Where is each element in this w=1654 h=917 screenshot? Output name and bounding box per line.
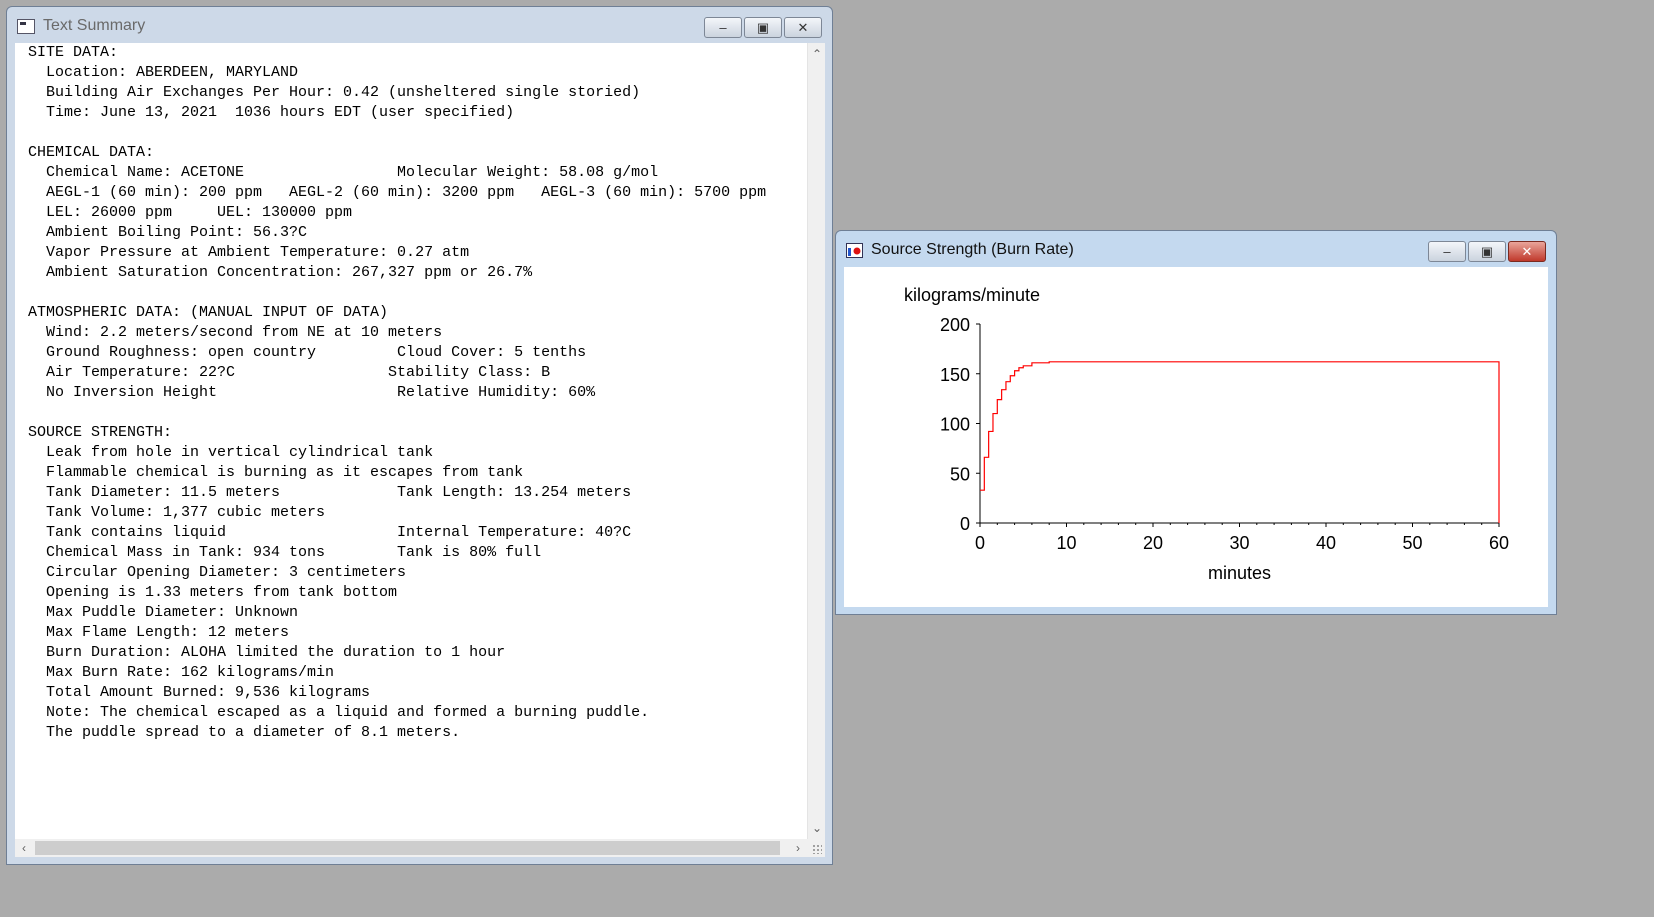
close-icon: ✕ [1521, 243, 1533, 259]
x-tick-label: 20 [1143, 533, 1163, 553]
text-summary-titlebar[interactable]: Text Summary ‒ ▣ ✕ [7, 7, 832, 45]
close-button[interactable]: ✕ [784, 17, 822, 38]
scroll-left-icon[interactable]: ‹ [15, 839, 33, 857]
chart-window-title: Source Strength (Burn Rate) [871, 241, 1074, 258]
window-title: Text Summary [43, 17, 146, 34]
summary-line: Location: ABERDEEN, MARYLAND [28, 64, 299, 81]
summary-line: SITE DATA: [28, 44, 119, 61]
summary-line: Building Air Exchanges Per Hour: 0.42 (u… [28, 84, 641, 101]
summary-line: Ground Roughness: open country Cloud Cov… [28, 344, 587, 361]
summary-line: Circular Opening Diameter: 3 centimeters [28, 564, 407, 581]
y-tick-label: 0 [960, 514, 970, 534]
x-tick-label: 60 [1489, 533, 1509, 553]
maximize-icon: ▣ [1480, 243, 1494, 259]
text-summary-window: Text Summary ‒ ▣ ✕ SITE DATA: Location: … [6, 6, 833, 865]
minimize-icon: ‒ [719, 20, 727, 35]
x-tick-label: 10 [1056, 533, 1076, 553]
summary-line: Note: The chemical escaped as a liquid a… [28, 704, 650, 721]
chart-minimize-button[interactable]: ‒ [1428, 241, 1466, 262]
summary-line: Total Amount Burned: 9,536 kilograms [28, 684, 371, 701]
chart-ticks: 0 50 100 150 200 0 10 20 30 40 50 60 [940, 315, 1509, 553]
chart-maximize-button[interactable]: ▣ [1468, 241, 1506, 262]
scroll-up-icon[interactable]: ⌃ [808, 45, 826, 63]
horizontal-scroll-thumb[interactable] [35, 841, 780, 855]
summary-line: Tank Volume: 1,377 cubic meters [28, 504, 326, 521]
scroll-down-icon[interactable]: ⌄ [808, 819, 826, 837]
summary-line: Wind: 2.2 meters/second from NE at 10 me… [28, 324, 443, 341]
summary-line: Tank contains liquid Internal Temperatur… [28, 524, 632, 541]
x-tick-label: 50 [1402, 533, 1422, 553]
x-tick-label: 30 [1229, 533, 1249, 553]
maximize-icon: ▣ [756, 19, 770, 35]
chart-axes [979, 324, 1499, 524]
summary-line: Chemical Name: ACETONE Molecular Weight:… [28, 164, 659, 181]
summary-line: Burn Duration: ALOHA limited the duratio… [28, 644, 506, 661]
summary-line: Air Temperature: 22?C Stability Class: B [28, 364, 551, 381]
summary-line: Tank Diameter: 11.5 meters Tank Length: … [28, 484, 632, 501]
y-tick-label: 200 [940, 315, 970, 335]
summary-line: LEL: 26000 ppm UEL: 130000 ppm [28, 204, 353, 221]
x-axis-label: minutes [1208, 563, 1271, 583]
chart-app-icon [846, 242, 863, 258]
text-summary-content: SITE DATA: Location: ABERDEEN, MARYLAND … [15, 43, 825, 857]
chart-close-button[interactable]: ✕ [1508, 241, 1546, 262]
horizontal-scrollbar[interactable]: ‹ › [15, 839, 807, 857]
resize-grip-icon[interactable] [807, 839, 825, 857]
x-tick-label: 40 [1316, 533, 1336, 553]
source-strength-titlebar[interactable]: Source Strength (Burn Rate) ‒ ▣ ✕ [836, 231, 1556, 269]
burn-rate-series-line [980, 361, 1500, 523]
summary-line: Opening is 1.33 meters from tank bottom [28, 584, 398, 601]
scroll-right-icon[interactable]: › [789, 839, 807, 857]
summary-line: Ambient Saturation Concentration: 267,32… [28, 264, 533, 281]
summary-line: Time: June 13, 2021 1036 hours EDT (user… [28, 104, 515, 121]
summary-line: Max Puddle Diameter: Unknown [28, 604, 299, 621]
summary-line: Vapor Pressure at Ambient Temperature: 0… [28, 244, 470, 261]
summary-line: Chemical Mass in Tank: 934 tons Tank is … [28, 544, 542, 561]
x-tick-label: 0 [975, 533, 985, 553]
y-tick-label: 150 [940, 365, 970, 385]
summary-text: SITE DATA: Location: ABERDEEN, MARYLAND … [28, 43, 766, 743]
minimize-icon: ‒ [1443, 244, 1451, 259]
summary-line: SOURCE STRENGTH: [28, 424, 173, 441]
summary-line: AEGL-1 (60 min): 200 ppm AEGL-2 (60 min)… [28, 184, 767, 201]
summary-line: Max Flame Length: 12 meters [28, 624, 290, 641]
summary-line: Max Burn Rate: 162 kilograms/min [28, 664, 335, 681]
window-app-icon [17, 18, 35, 34]
y-tick-label: 50 [950, 464, 970, 484]
y-axis-label: kilograms/minute [904, 285, 1040, 305]
vertical-scrollbar[interactable]: ⌃ ⌄ [807, 43, 825, 839]
summary-line: The puddle spread to a diameter of 8.1 m… [28, 724, 461, 741]
summary-line: No Inversion Height Relative Humidity: 6… [28, 384, 596, 401]
close-icon: ✕ [797, 19, 809, 35]
summary-line: Leak from hole in vertical cylindrical t… [28, 444, 434, 461]
summary-line: Flammable chemical is burning as it esca… [28, 464, 524, 481]
y-tick-label: 100 [940, 415, 970, 435]
summary-line: CHEMICAL DATA: [28, 144, 155, 161]
maximize-button[interactable]: ▣ [744, 17, 782, 38]
chart-content: kilograms/minute minutes 0 50 100 150 200 0 10… [844, 267, 1548, 607]
summary-line: Ambient Boiling Point: 56.3?C [28, 224, 308, 241]
minimize-button[interactable]: ‒ [704, 17, 742, 38]
source-strength-window: Source Strength (Burn Rate) ‒ ▣ ✕ kilogr… [835, 230, 1557, 615]
summary-line: ATMOSPHERIC DATA: (MANUAL INPUT OF DATA) [28, 304, 389, 321]
burn-rate-chart: kilograms/minute minutes 0 50 100 150 200 0 10… [904, 285, 1509, 583]
